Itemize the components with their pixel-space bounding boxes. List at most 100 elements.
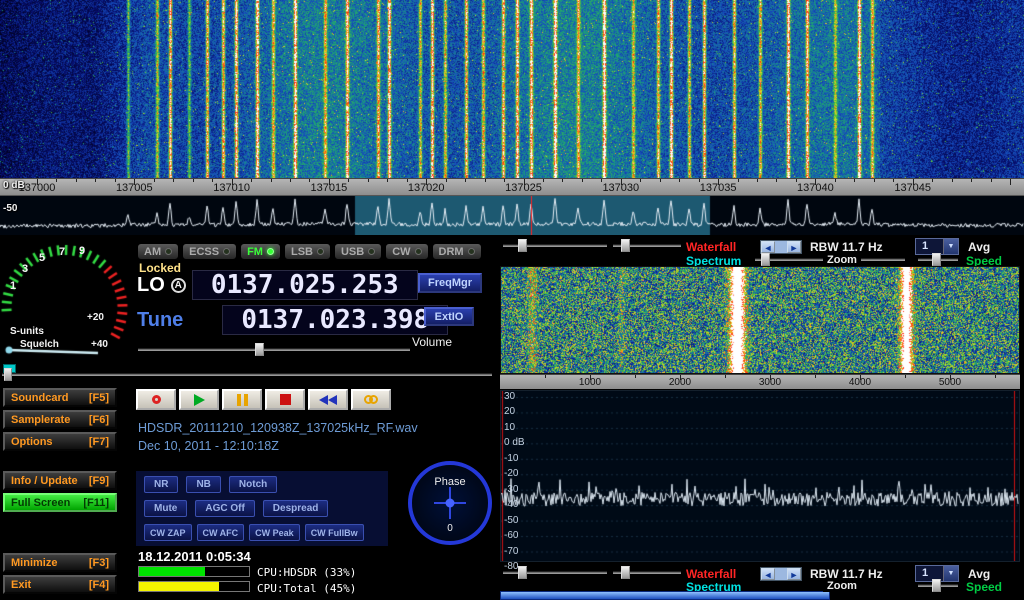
- cpu-hdsdr-text: CPU:HDSDR (33%): [257, 566, 356, 579]
- tune-frequency-row: Tune 0137.023.398: [137, 305, 448, 335]
- mode-lsb-button[interactable]: LSB: [284, 243, 331, 260]
- dsp-agc-off-button[interactable]: AGC Off: [195, 500, 254, 517]
- s-meter-plus20: +20: [87, 312, 104, 323]
- af-waterfall-label[interactable]: Waterfall: [686, 567, 736, 581]
- dsp-despread-button[interactable]: Despread: [263, 500, 329, 517]
- volume-slider[interactable]: [138, 343, 410, 356]
- mode-drm-button[interactable]: DRM: [432, 243, 482, 260]
- rf-waterfall-contrast-slider[interactable]: [613, 239, 681, 252]
- lo-frequency-value[interactable]: 0137.025.253: [192, 270, 418, 300]
- db-label: 20: [504, 406, 515, 417]
- af-zoom-bar[interactable]: [500, 591, 830, 600]
- scale-tick: [251, 179, 252, 182]
- af-speed-slider[interactable]: [918, 579, 958, 592]
- mode-cw-button[interactable]: CW: [385, 243, 428, 260]
- rf-spectrum-display[interactable]: [0, 196, 1024, 235]
- arrow-right-icon[interactable]: ►: [787, 568, 801, 580]
- af-panel: Waterfall ◄ ► RBW 11.7 Hz 1 ▼ Avg Spectr…: [497, 235, 1024, 600]
- minimize-button[interactable]: Minimize [F3]: [3, 553, 117, 572]
- recording-timestamp: Dec 10, 2011 - 12:10:18Z: [138, 439, 279, 453]
- main-frequency-scale[interactable]: 1370001370051370101370151370201370251370…: [0, 178, 1024, 196]
- options-button[interactable]: Options [F7]: [3, 432, 117, 451]
- info-update-button[interactable]: Info / Update [F9]: [3, 471, 117, 490]
- mode-usb-button[interactable]: USB: [334, 243, 382, 260]
- fullscreen-button[interactable]: Full Screen [F11]: [3, 493, 117, 512]
- cpu-total-text: CPU:Total (45%): [257, 582, 356, 595]
- exit-button-label: Exit: [11, 579, 31, 591]
- cpu-total-bar-fill: [139, 582, 219, 591]
- exit-button[interactable]: Exit [F4]: [3, 575, 117, 594]
- rf-waterfall-brightness-slider[interactable]: [503, 239, 607, 252]
- record-button[interactable]: [136, 389, 176, 410]
- db-label: -10: [504, 453, 518, 464]
- stop-button[interactable]: [265, 389, 305, 410]
- squelch-slider-handle[interactable]: [4, 368, 12, 381]
- dsp-nr-button[interactable]: NR: [144, 476, 178, 493]
- pause-icon: [237, 394, 248, 406]
- options-button-label: Options: [11, 436, 53, 448]
- dsp-cw-zap-button[interactable]: CW ZAP: [144, 524, 192, 541]
- db-label: 30: [504, 391, 515, 402]
- rf-speed-slider[interactable]: [918, 253, 958, 266]
- cpu-hdsdr-bar-fill: [139, 567, 205, 576]
- arrow-left-icon[interactable]: ◄: [761, 241, 775, 253]
- minimize-button-label: Minimize: [11, 557, 57, 569]
- af-spectrum-display[interactable]: 3020100 dB-10-20-30-40-50-60-70-80: [500, 390, 1020, 562]
- pause-button[interactable]: [222, 389, 262, 410]
- mode-ecss-button[interactable]: ECSS: [182, 243, 237, 260]
- s-meter-3: 3: [22, 263, 28, 275]
- arrow-right-icon[interactable]: ►: [787, 241, 801, 253]
- samplerate-button[interactable]: Samplerate [F6]: [3, 410, 117, 429]
- scale-tick: [679, 179, 680, 182]
- dsp-cw-fullbw-button[interactable]: CW FullBw: [305, 524, 364, 541]
- rf-scroll-widget[interactable]: ◄ ►: [760, 240, 802, 254]
- frequency-label: 137040: [797, 182, 834, 194]
- mode-led-icon: [317, 248, 324, 255]
- samplerate-button-key: [F6]: [89, 414, 109, 426]
- dsp-mute-button[interactable]: Mute: [144, 500, 187, 517]
- tune-label: Tune: [137, 309, 183, 332]
- phase-indicator[interactable]: Phase 0: [408, 461, 492, 545]
- cpu-hdsdr-bar: [138, 566, 250, 577]
- rf-rbw-label: RBW 11.7 Hz: [810, 240, 883, 254]
- mode-am-button[interactable]: AM: [137, 243, 179, 260]
- frequency-label: 2000: [669, 377, 691, 388]
- transport-controls: [136, 389, 391, 410]
- s-meter-5: 5: [39, 252, 45, 264]
- arrow-left-icon[interactable]: ◄: [761, 568, 775, 580]
- s-meter-7: 7: [59, 246, 65, 258]
- af-waterfall-brightness-slider[interactable]: [503, 566, 607, 579]
- chevron-down-icon[interactable]: ▼: [943, 239, 958, 254]
- scale-tick: [348, 179, 349, 182]
- db-label: -30: [504, 484, 518, 495]
- rf-waterfall-display[interactable]: [0, 0, 1024, 178]
- volume-slider-handle[interactable]: [255, 343, 264, 356]
- af-frequency-scale[interactable]: 10002000300040005000: [500, 374, 1020, 389]
- tune-frequency-value[interactable]: 0137.023.398: [222, 305, 448, 335]
- squelch-label[interactable]: Squelch: [20, 339, 59, 350]
- loop-button[interactable]: [351, 389, 391, 410]
- rewind-button[interactable]: [308, 389, 348, 410]
- mode-fm-button[interactable]: FM: [240, 243, 281, 260]
- play-button[interactable]: [179, 389, 219, 410]
- freqmgr-button[interactable]: FreqMgr: [418, 273, 482, 293]
- squelch-slider[interactable]: [2, 368, 492, 381]
- scale-tick: [635, 375, 636, 378]
- scale-tick: [932, 179, 933, 182]
- af-waterfall-contrast-slider[interactable]: [613, 566, 681, 579]
- scale-tick: [854, 179, 855, 182]
- af-scroll-widget[interactable]: ◄ ►: [760, 567, 802, 581]
- dsp-cw-afc-button[interactable]: CW AFC: [197, 524, 245, 541]
- extio-button[interactable]: ExtIO: [424, 307, 474, 326]
- stop-icon: [280, 394, 291, 405]
- soundcard-button[interactable]: Soundcard [F5]: [3, 388, 117, 407]
- dsp-cw-peak-button[interactable]: CW Peak: [249, 524, 300, 541]
- scale-tick: [991, 179, 992, 182]
- rf-waterfall-label[interactable]: Waterfall: [686, 240, 736, 254]
- af-waterfall-canvas: [501, 267, 1019, 373]
- dsp-notch-button[interactable]: Notch: [229, 476, 277, 493]
- dsp-nb-button[interactable]: NB: [186, 476, 220, 493]
- db-label: 0 dB: [504, 437, 525, 448]
- af-waterfall-display[interactable]: [500, 266, 1020, 374]
- db-label-0: 0 dB: [3, 180, 25, 191]
